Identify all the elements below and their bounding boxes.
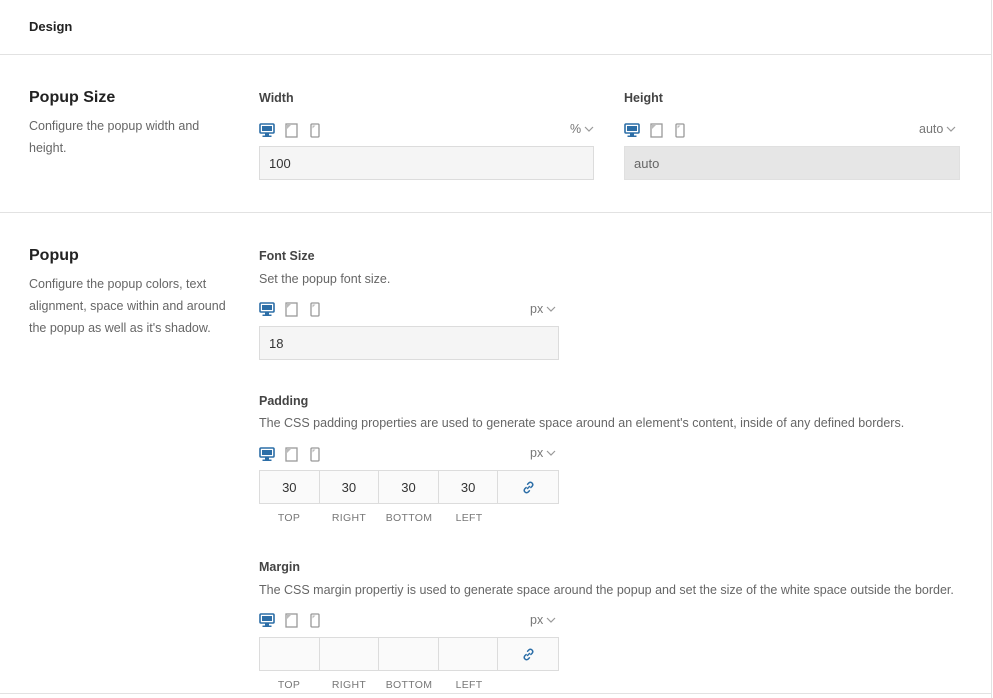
height-label: Height xyxy=(624,91,663,105)
padding-link-toggle[interactable] xyxy=(498,471,558,503)
padding-bottom-label: BOTTOM xyxy=(385,512,433,524)
chevron-down-icon xyxy=(546,306,556,312)
font-size-unit-select[interactable]: px xyxy=(530,302,556,316)
tablet-icon[interactable] xyxy=(285,122,298,138)
font-size-label: Font Size xyxy=(259,249,315,263)
margin-side-labels: TOP RIGHT BOTTOM LEFT xyxy=(259,679,559,691)
chevron-down-icon xyxy=(546,450,556,456)
padding-bottom-input[interactable]: 30 xyxy=(379,471,439,503)
margin-bottom-label: BOTTOM xyxy=(385,679,433,691)
design-panel: Design Popup Size Configure the popup wi… xyxy=(0,0,992,698)
margin-right-input[interactable] xyxy=(319,638,380,670)
desktop-icon[interactable] xyxy=(259,122,275,138)
tablet-icon[interactable] xyxy=(285,612,298,628)
tablet-icon[interactable] xyxy=(650,122,663,138)
margin-unit-select[interactable]: px xyxy=(530,613,556,627)
mobile-icon[interactable] xyxy=(310,446,320,462)
padding-help: The CSS padding properties are used to g… xyxy=(259,416,905,430)
link-icon xyxy=(523,481,534,493)
height-input xyxy=(624,146,960,180)
popup-description: Configure the popup colors, text alignme… xyxy=(29,277,226,335)
popup-title: Popup xyxy=(29,247,79,264)
desktop-icon[interactable] xyxy=(624,122,640,138)
width-unit-value: % xyxy=(570,122,582,136)
margin-top-input[interactable] xyxy=(260,638,320,670)
margin-unit-value: px xyxy=(530,613,544,627)
padding-side-labels: TOP RIGHT BOTTOM LEFT xyxy=(259,512,559,524)
margin-left-label: LEFT xyxy=(455,679,483,691)
margin-right-label: RIGHT xyxy=(331,679,367,691)
padding-unit-value: px xyxy=(530,446,544,460)
padding-top-label: TOP xyxy=(277,512,301,524)
font-size-input[interactable] xyxy=(259,326,559,360)
padding-label: Padding xyxy=(259,394,309,408)
tablet-icon[interactable] xyxy=(285,301,298,317)
tablet-icon[interactable] xyxy=(285,446,298,462)
design-header: Design xyxy=(0,0,991,55)
font-size-unit-value: px xyxy=(530,302,544,316)
desktop-icon[interactable] xyxy=(259,446,275,462)
margin-top-label: TOP xyxy=(277,679,301,691)
chevron-down-icon xyxy=(584,126,594,132)
mobile-icon[interactable] xyxy=(310,122,320,138)
padding-left-label: LEFT xyxy=(455,512,483,524)
mobile-icon[interactable] xyxy=(675,122,685,138)
height-device-switcher xyxy=(624,122,693,138)
mobile-icon[interactable] xyxy=(310,612,320,628)
margin-left-input[interactable] xyxy=(438,638,499,670)
width-unit-select[interactable]: % xyxy=(570,122,594,136)
panel-bottom-border xyxy=(0,693,991,694)
padding-device-switcher xyxy=(259,446,328,462)
width-input[interactable] xyxy=(259,146,594,180)
width-device-switcher xyxy=(259,122,328,138)
section-divider xyxy=(0,212,991,213)
margin-bottom-input[interactable] xyxy=(379,638,439,670)
popup-size-description: Configure the popup width and height. xyxy=(29,119,200,155)
chevron-down-icon xyxy=(946,126,956,132)
link-icon xyxy=(523,648,534,660)
margin-help: The CSS margin propertiy is used to gene… xyxy=(259,583,954,597)
font-size-help: Set the popup font size. xyxy=(259,272,391,286)
padding-control: 30 30 30 30 xyxy=(259,470,559,504)
padding-unit-select[interactable]: px xyxy=(530,446,556,460)
width-label: Width xyxy=(259,91,294,105)
font-size-device-switcher xyxy=(259,301,328,317)
padding-right-input[interactable]: 30 xyxy=(319,471,380,503)
padding-right-label: RIGHT xyxy=(331,512,367,524)
padding-top-input[interactable]: 30 xyxy=(260,471,320,503)
margin-device-switcher xyxy=(259,612,328,628)
chevron-down-icon xyxy=(546,617,556,623)
padding-left-input[interactable]: 30 xyxy=(438,471,499,503)
margin-control xyxy=(259,637,559,671)
height-unit-select[interactable]: auto xyxy=(919,122,956,136)
margin-link-toggle[interactable] xyxy=(498,638,558,670)
header-title: Design xyxy=(29,19,73,34)
desktop-icon[interactable] xyxy=(259,301,275,317)
popup-size-title: Popup Size xyxy=(29,89,116,106)
height-unit-value: auto xyxy=(919,122,944,136)
desktop-icon[interactable] xyxy=(259,612,275,628)
margin-label: Margin xyxy=(259,560,300,574)
mobile-icon[interactable] xyxy=(310,301,320,317)
